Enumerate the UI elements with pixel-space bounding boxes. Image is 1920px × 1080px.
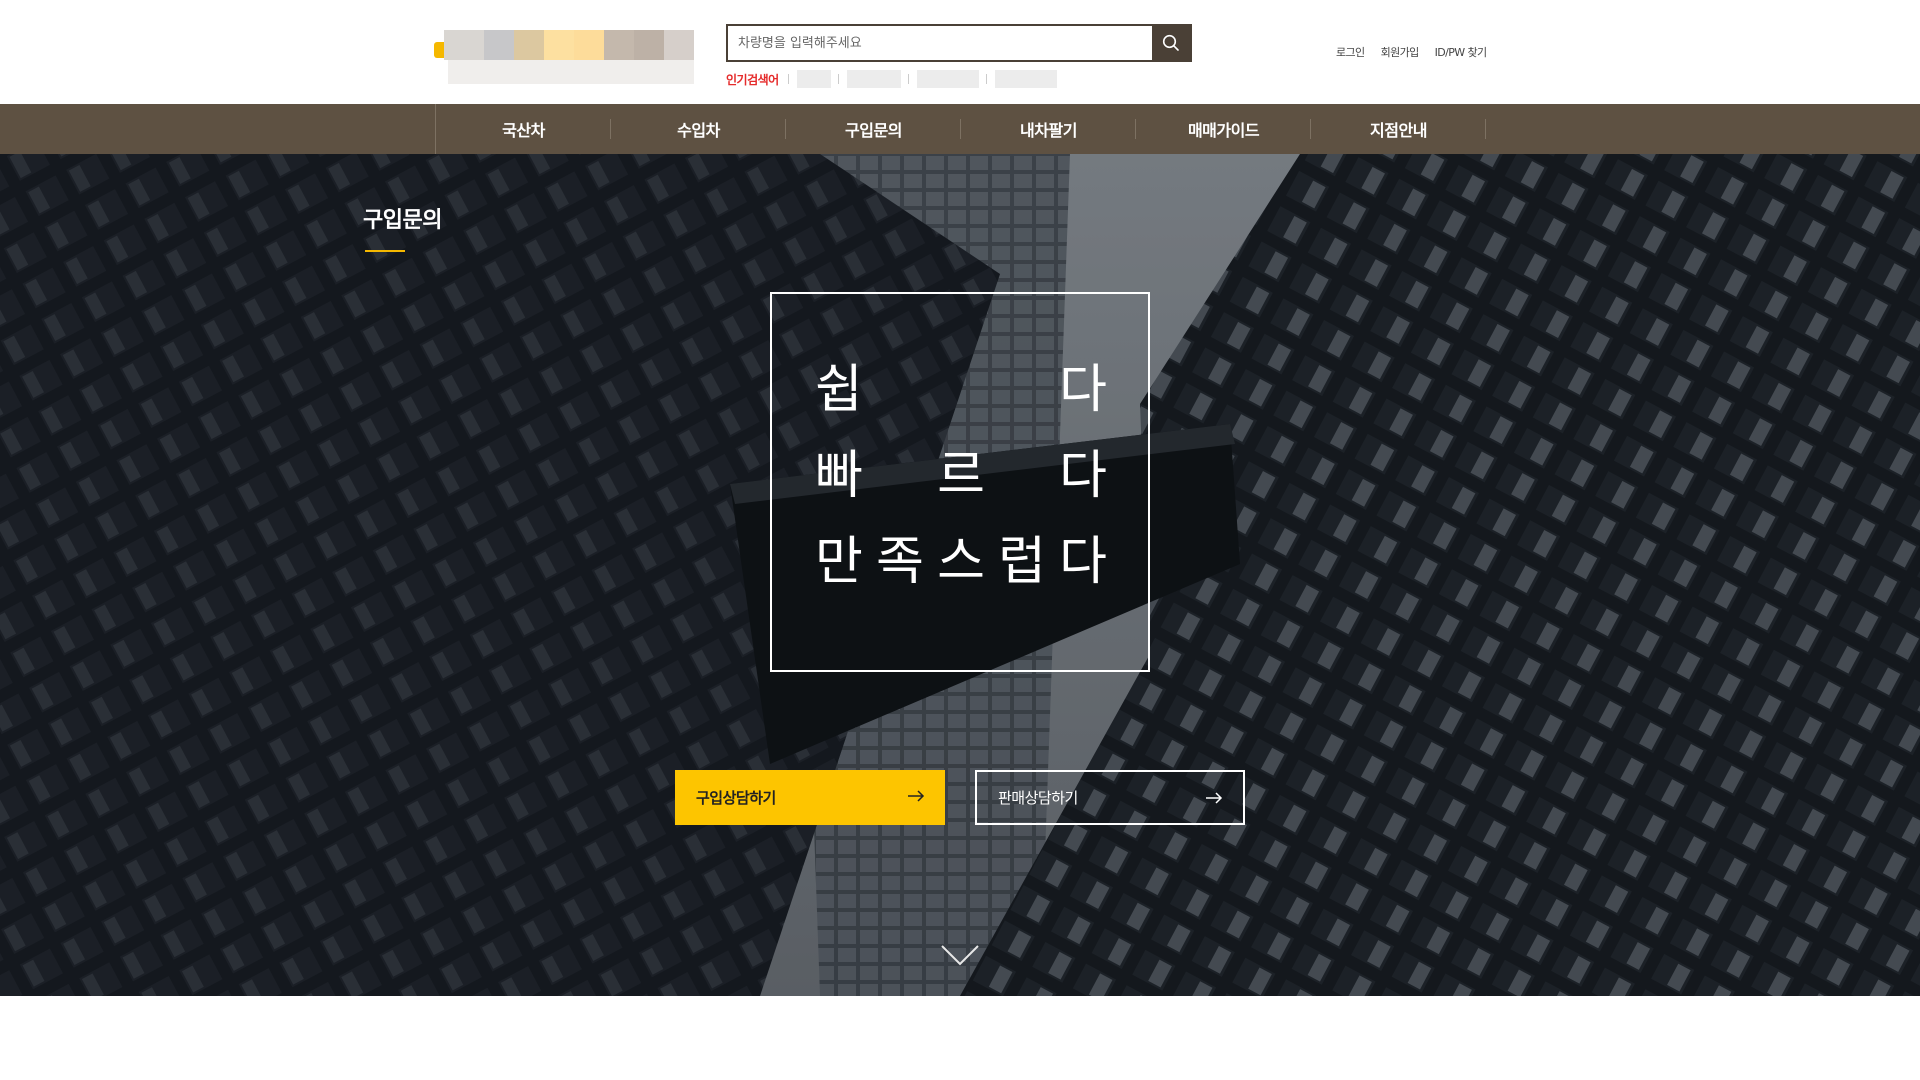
arrow-right-icon xyxy=(908,790,925,802)
purchase-consult-button[interactable]: 구입상담하기 xyxy=(675,770,945,825)
chevron-down-icon[interactable] xyxy=(940,944,980,966)
nav-item-domestic-cars[interactable]: 국산차 xyxy=(436,104,611,154)
utility-links: 로그인 회원가입 ID/PW 찾기 xyxy=(1336,44,1487,60)
popular-keyword[interactable] xyxy=(907,70,979,88)
find-account-link[interactable]: ID/PW 찾기 xyxy=(1435,44,1487,60)
title-underline xyxy=(365,250,405,252)
nav-item-branches[interactable]: 지점안내 xyxy=(1311,104,1486,154)
purchase-consult-label: 구입상담하기 xyxy=(696,789,776,807)
site-logo[interactable] xyxy=(434,28,702,84)
signup-link[interactable]: 회원가입 xyxy=(1381,44,1420,60)
sale-consult-button[interactable]: 판매상담하기 xyxy=(975,770,1245,825)
search-icon xyxy=(1162,34,1179,51)
nav-item-trade-guide[interactable]: 매매가이드 xyxy=(1136,104,1311,154)
logo-mark xyxy=(434,42,444,58)
page-title: 구입문의 xyxy=(363,208,442,233)
arrow-right-icon xyxy=(1206,792,1223,804)
nav-item-sell-my-car[interactable]: 내차팔기 xyxy=(961,104,1136,154)
slogan-line-1: 쉽 다 xyxy=(815,360,1107,420)
popular-keyword[interactable] xyxy=(985,70,1057,88)
site-header: 인기검색어 로그인 회원가입 ID/PW 찾기 xyxy=(0,0,1920,104)
search-bar xyxy=(726,24,1192,62)
nav-item-purchase-inquiry[interactable]: 구입문의 xyxy=(786,104,961,154)
popular-keyword[interactable] xyxy=(837,70,901,88)
login-link[interactable]: 로그인 xyxy=(1336,44,1365,60)
search-input[interactable] xyxy=(728,26,1150,60)
popular-keyword[interactable] xyxy=(787,70,831,88)
main-nav: 국산차 수입차 구입문의 내차팔기 매매가이드 지점안내 xyxy=(0,104,1920,154)
popular-keywords-label: 인기검색어 xyxy=(726,72,779,87)
popular-keywords: 인기검색어 xyxy=(726,70,1073,88)
nav-item-imported-cars[interactable]: 수입차 xyxy=(611,104,786,154)
slogan-line-3: 만 족 스 럽 다 xyxy=(815,532,1107,592)
slogan-line-2: 빠 르 다 xyxy=(815,446,1107,506)
sale-consult-label: 판매상담하기 xyxy=(998,789,1078,807)
search-button[interactable] xyxy=(1152,26,1190,60)
hero-section: 구입문의 쉽 다 빠 르 다 만 족 스 럽 다 구입상담하기 판매상담하기 xyxy=(0,154,1920,996)
